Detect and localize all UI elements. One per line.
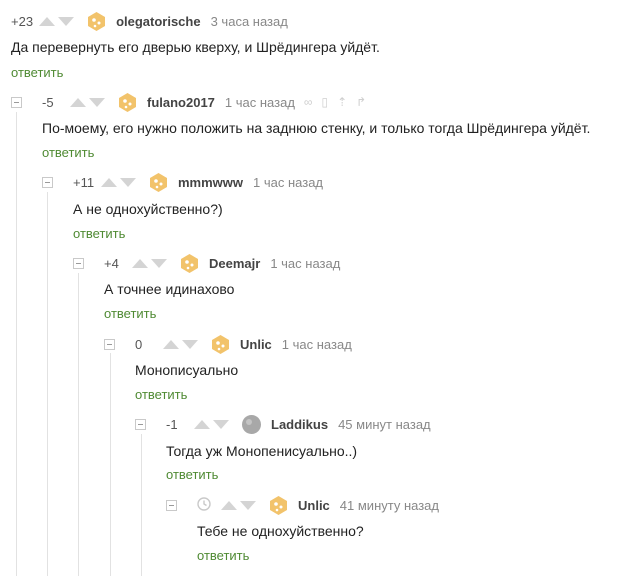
- comment-text: Да перевернуть его дверью кверху, и Шрёд…: [11, 39, 380, 55]
- avatar-icon[interactable]: [86, 11, 107, 32]
- collapse-icon[interactable]: [104, 338, 115, 350]
- branch-icon[interactable]: ↱: [356, 95, 366, 109]
- vote-down-icon[interactable]: [89, 97, 105, 107]
- comment-header: 0 Unlic 1 час назад: [104, 334, 352, 354]
- avatar-icon[interactable]: [148, 172, 169, 193]
- comment-text: По-моему, его нужно положить на заднюю с…: [42, 120, 591, 136]
- collapse-icon[interactable]: [42, 176, 53, 188]
- comment-time[interactable]: 45 минут назад: [338, 417, 431, 432]
- comment-text: А не однохуйственно?): [73, 201, 223, 217]
- comment-rating: -5: [42, 94, 54, 110]
- collapse-icon[interactable]: [73, 257, 84, 269]
- vote-up-icon[interactable]: [70, 97, 86, 107]
- clock-icon: [197, 496, 211, 514]
- comment-rating: -1: [166, 416, 178, 432]
- reply-link[interactable]: ответить: [166, 467, 218, 482]
- comment-author[interactable]: Deemajr: [209, 256, 260, 271]
- vote-down-icon[interactable]: [58, 16, 75, 26]
- comment-author[interactable]: Unlic: [298, 498, 330, 513]
- comment-author[interactable]: Unlic: [240, 337, 272, 352]
- collapse-icon[interactable]: [166, 499, 177, 511]
- comment-header: -5 fulano2017 1 час назад ∞ ▯ ⇡ ↱: [11, 92, 366, 112]
- save-icon[interactable]: ▯: [321, 95, 328, 109]
- comment-rating: +4: [104, 255, 119, 271]
- comment-header: -1 Laddikus 45 минут назад: [135, 414, 431, 434]
- comment-author[interactable]: mmmwww: [178, 175, 243, 190]
- comment-time[interactable]: 3 часа назад: [211, 14, 288, 29]
- reply-link[interactable]: ответить: [104, 306, 156, 321]
- reply-link[interactable]: ответить: [135, 387, 187, 402]
- vote-up-icon[interactable]: [101, 177, 117, 187]
- comment-rating: +11: [73, 174, 95, 190]
- vote-down-icon[interactable]: [182, 339, 198, 349]
- thread-line: [141, 434, 142, 576]
- thread-line: [47, 192, 48, 576]
- comment-rating: 0: [135, 336, 143, 352]
- comment-author[interactable]: olegatorische: [116, 14, 201, 29]
- thread-line: [110, 353, 111, 576]
- comment-header: +4 Deemajr 1 час назад: [73, 253, 340, 273]
- vote-up-icon[interactable]: [39, 16, 56, 26]
- vote-down-icon[interactable]: [120, 177, 136, 187]
- comment-rating: +23: [11, 13, 34, 29]
- vote-up-icon[interactable]: [132, 258, 148, 268]
- vote-down-icon[interactable]: [213, 419, 229, 429]
- comment-time[interactable]: 41 минуту назад: [340, 498, 439, 513]
- vote-up-icon[interactable]: [221, 500, 237, 510]
- comment-text: А точнее идинахово: [104, 281, 235, 297]
- comment-time[interactable]: 1 час назад: [225, 95, 295, 110]
- collapse-icon[interactable]: [11, 96, 22, 108]
- vote-down-icon[interactable]: [240, 500, 256, 510]
- collapse-icon[interactable]: [135, 418, 146, 430]
- vote-up-icon[interactable]: [163, 339, 179, 349]
- comment-text: Монописуально: [135, 362, 239, 378]
- reply-link[interactable]: ответить: [11, 65, 63, 80]
- comment-text: Тогда уж Монопенисуально..): [166, 443, 358, 459]
- reply-link[interactable]: ответить: [73, 226, 125, 241]
- comment-time[interactable]: 1 час назад: [282, 337, 352, 352]
- comment-author[interactable]: Laddikus: [271, 417, 328, 432]
- comment-time[interactable]: 1 час назад: [253, 175, 323, 190]
- avatar-icon[interactable]: [268, 495, 289, 516]
- comment-text: Тебе не однохуйственно?: [197, 523, 364, 539]
- comment-header: +11 mmmwww 1 час назад: [42, 172, 323, 192]
- avatar-icon[interactable]: [241, 414, 262, 435]
- reply-link[interactable]: ответить: [42, 145, 94, 160]
- comment-time[interactable]: 1 час назад: [270, 256, 340, 271]
- link-icon[interactable]: ∞: [304, 95, 313, 109]
- avatar-icon[interactable]: [179, 253, 200, 274]
- vote-up-icon[interactable]: [194, 419, 210, 429]
- avatar-icon[interactable]: [210, 334, 231, 355]
- comment-header: +23 olegatorische 3 часа назад: [11, 11, 288, 31]
- thread-line: [78, 273, 79, 576]
- avatar-icon[interactable]: [117, 92, 138, 113]
- comment-header: Unlic 41 минуту назад: [166, 495, 439, 515]
- reply-link[interactable]: ответить: [197, 548, 249, 563]
- parent-comment-icon[interactable]: ⇡: [337, 95, 347, 109]
- vote-down-icon[interactable]: [151, 258, 167, 268]
- comment-author[interactable]: fulano2017: [147, 95, 215, 110]
- thread-line: [16, 112, 17, 576]
